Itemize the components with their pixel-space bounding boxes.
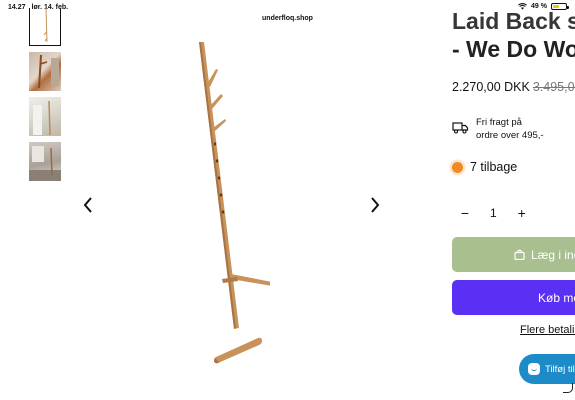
next-image-arrow-icon[interactable] bbox=[369, 196, 381, 214]
old-price: 3.495,00 bbox=[532, 80, 575, 94]
stock-dot-icon bbox=[452, 161, 463, 173]
product-title-line-1: Laid Back st bbox=[452, 8, 575, 34]
quantity-increase-button[interactable]: + bbox=[517, 205, 527, 221]
product-image bbox=[199, 42, 270, 364]
product-thumbnail[interactable] bbox=[29, 8, 61, 46]
current-price: 2.270,00 DKK bbox=[452, 80, 530, 94]
shipping-info: Fri fragt på ordre over 495,- bbox=[452, 116, 544, 142]
shipping-line-2: ordre over 495,- bbox=[476, 130, 544, 141]
status-time: 14.27 bbox=[8, 4, 26, 11]
chat-icon bbox=[528, 363, 540, 375]
lifestyle-thumbnail-2[interactable] bbox=[29, 97, 61, 136]
product-title-line-2: - We Do Woo bbox=[452, 36, 575, 62]
buy-now-button[interactable]: Køb me bbox=[452, 280, 575, 315]
stock-text: 7 tilbage bbox=[470, 160, 518, 174]
more-payment-options-link[interactable]: Flere betalin bbox=[520, 324, 575, 336]
shipping-line-1: Fri fragt på bbox=[476, 117, 522, 128]
lifestyle-thumbnail-1[interactable] bbox=[29, 52, 61, 91]
corner-indicator bbox=[563, 383, 573, 393]
quantity-decrease-button[interactable]: − bbox=[460, 205, 470, 221]
lifestyle-thumbnail-3[interactable] bbox=[29, 142, 61, 181]
stock-status: 7 tilbage bbox=[452, 160, 517, 174]
price: 2.270,00 DKK3.495,00 bbox=[452, 80, 575, 94]
truck-icon bbox=[452, 122, 469, 134]
chat-button[interactable]: Tilføj til bbox=[519, 354, 575, 384]
quantity-value[interactable]: 1 bbox=[490, 206, 497, 220]
add-to-cart-button[interactable]: Læg i ind bbox=[452, 237, 575, 272]
shopping-bag-icon bbox=[514, 249, 525, 260]
chat-button-label: Tilføj til bbox=[545, 363, 575, 375]
buy-now-label: Køb me bbox=[538, 290, 575, 305]
quantity-stepper: − 1 + bbox=[460, 205, 527, 221]
previous-image-arrow-icon[interactable] bbox=[82, 196, 94, 214]
add-to-cart-label: Læg i ind bbox=[531, 247, 575, 262]
